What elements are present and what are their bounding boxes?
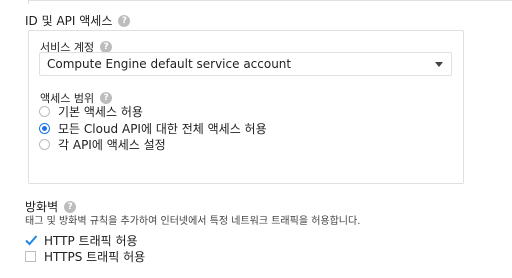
- service-account-select[interactable]: Compute Engine default service account: [39, 52, 452, 76]
- scope-option-default[interactable]: 기본 액세스 허용: [39, 104, 143, 119]
- previous-panel-edge: [28, 0, 512, 4]
- scope-option-label: 기본 액세스 허용: [58, 104, 143, 119]
- allow-http-option[interactable]: HTTP 트래픽 허용: [25, 233, 138, 248]
- scope-option-label: 모든 Cloud API에 대한 전체 액세스 허용: [58, 121, 267, 136]
- scope-option-full-cloud-api[interactable]: 모든 Cloud API에 대한 전체 액세스 허용: [39, 121, 267, 136]
- access-section-title: ID 및 API 액세스 ?: [25, 12, 131, 29]
- service-account-value: Compute Engine default service account: [47, 57, 292, 71]
- allow-https-label: HTTPS 트래픽 허용: [44, 249, 146, 264]
- allow-https-option[interactable]: HTTPS 트래픽 허용: [25, 249, 146, 264]
- radio-button[interactable]: [39, 105, 50, 117]
- dropdown-caret-icon: [435, 62, 443, 67]
- firewall-description: 태그 및 방화벽 규칙을 추가하여 인터넷에서 특정 네트워크 트래픽을 허용합…: [25, 216, 361, 227]
- checkbox-checked[interactable]: [25, 234, 38, 246]
- radio-button-selected[interactable]: [39, 122, 50, 134]
- allow-http-label: HTTP 트래픽 허용: [44, 233, 138, 248]
- checkbox[interactable]: [25, 250, 36, 262]
- access-title-text: ID 및 API 액세스: [25, 14, 113, 28]
- checkmark-icon: [25, 234, 38, 245]
- radio-button[interactable]: [39, 138, 50, 150]
- access-panel: 서비스 계정 ? Compute Engine default service …: [28, 30, 464, 184]
- help-icon[interactable]: ?: [118, 14, 131, 27]
- help-icon[interactable]: ?: [64, 200, 77, 213]
- scope-option-label: 각 API에 액세스 설정: [58, 137, 166, 152]
- scope-option-per-api[interactable]: 각 API에 액세스 설정: [39, 137, 166, 152]
